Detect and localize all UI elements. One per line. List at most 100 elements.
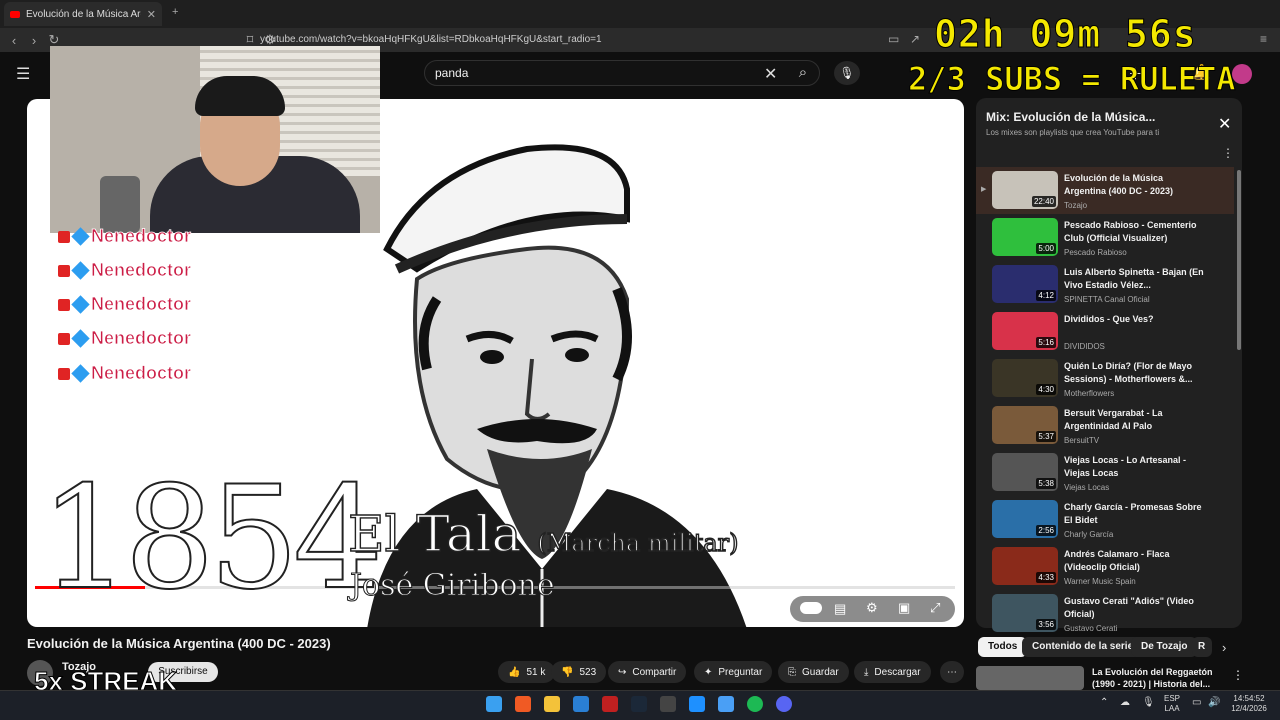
share-button[interactable]: ↪ Compartir: [608, 661, 687, 683]
clock[interactable]: 14:54:52 12/4/2026: [1226, 694, 1272, 714]
playlist-item-title[interactable]: Andrés Calamaro - Flaca (Videoclip Ofici…: [1064, 548, 1204, 574]
playlist-item[interactable]: 4:12 Luis Alberto Spinetta - Bajan (En Vi…: [976, 261, 1234, 308]
chat-username: Nenedoctor: [91, 260, 192, 281]
playlist-item-title[interactable]: Quién Lo Diría? (Flor de Mayo Sessions) …: [1064, 360, 1204, 386]
chat-line: Nenedoctor: [58, 328, 191, 349]
fullscreen-icon[interactable]: ⤢: [930, 600, 940, 616]
recommended-title[interactable]: La Evolución del Reggaetón (1990 - 2021)…: [1092, 666, 1222, 690]
subtitles-icon[interactable]: ▤: [834, 601, 846, 617]
dislike-button[interactable]: 👎 523: [551, 661, 607, 683]
recommended-more-icon[interactable]: ⋮: [1232, 668, 1244, 682]
playlist-item[interactable]: 5:00 Pescado Rabioso - Cementerio Club (O…: [976, 214, 1234, 261]
forward-icon[interactable]: ›: [24, 33, 44, 48]
playlist-item-thumbnail[interactable]: 5:00: [992, 218, 1058, 256]
discord-icon[interactable]: [776, 696, 792, 712]
spotify-icon[interactable]: [747, 696, 763, 712]
song-name: El Tala: [347, 504, 522, 563]
microphone-icon[interactable]: 🎙: [834, 61, 860, 85]
like-button[interactable]: 👍 51 k: [498, 661, 556, 683]
playlist-item-title[interactable]: Viejas Locas - Lo Artesanal - Viejas Loc…: [1064, 454, 1204, 480]
playlist-item-thumbnail[interactable]: 4:33: [992, 547, 1058, 585]
song-title-overlay: El Tala (Marcha militar): [347, 504, 739, 563]
download-button[interactable]: ⤓ Descargar: [854, 661, 931, 683]
playlist-item-title[interactable]: Evolución de la Música Argentina (400 DC…: [1064, 172, 1204, 198]
copilot-icon[interactable]: [689, 696, 705, 712]
clear-search-icon[interactable]: ✕: [764, 64, 777, 84]
playlist-item-title[interactable]: Bersuit Vergarabat - La Argentinidad Al …: [1064, 407, 1204, 433]
browser-menu-icon[interactable]: ≡: [1260, 32, 1267, 46]
chip-series[interactable]: Contenido de la serie: [1022, 637, 1144, 657]
playlist-item[interactable]: 5:38 Viejas Locas - Lo Artesanal - Viejas…: [976, 449, 1234, 496]
playlist-item[interactable]: 4:33 Andrés Calamaro - Flaca (Videoclip O…: [976, 543, 1234, 590]
tray-mic-icon[interactable]: 🎙: [1142, 697, 1155, 708]
playlist-item[interactable]: 4:30 Quién Lo Diría? (Flor de Mayo Sessio…: [976, 355, 1234, 402]
notepad-icon[interactable]: [718, 696, 734, 712]
app-icon[interactable]: [602, 696, 618, 712]
obs-icon[interactable]: [660, 696, 676, 712]
chat-line: Nenedoctor: [58, 294, 191, 315]
start-icon[interactable]: [486, 696, 502, 712]
gem-icon: [71, 295, 90, 314]
playlist-item[interactable]: ▶ 22:40 Evolución de la Música Argentina (…: [976, 167, 1234, 214]
playlist-item-thumbnail[interactable]: 2:56: [992, 500, 1058, 538]
playlist-item-thumbnail[interactable]: 4:12: [992, 265, 1058, 303]
close-playlist-icon[interactable]: ✕: [1218, 114, 1231, 134]
recommended-thumbnail[interactable]: [976, 666, 1084, 690]
playlist-item-title[interactable]: Divididos - Que Ves?: [1064, 313, 1204, 326]
playlist-item-title[interactable]: Charly García - Promesas Sobre El Bidet: [1064, 501, 1204, 527]
chat-username: Nenedoctor: [91, 226, 192, 247]
playlist-item-channel: Motherflowers: [1064, 389, 1115, 398]
hamburger-menu-icon[interactable]: ☰: [16, 64, 30, 84]
back-icon[interactable]: ‹: [4, 33, 24, 48]
chip-next-icon[interactable]: ›: [1222, 640, 1226, 655]
miniplayer-icon[interactable]: ▣: [898, 600, 910, 616]
save-button[interactable]: ⎘ Guardar: [778, 661, 849, 683]
chat-username: Nenedoctor: [91, 294, 192, 315]
search-icon[interactable]: ⌕: [788, 60, 818, 86]
playlist-item-title[interactable]: Pescado Rabioso - Cementerio Club (Offic…: [1064, 219, 1204, 245]
bing-icon[interactable]: [573, 696, 589, 712]
year-overlay: 1854: [39, 456, 384, 621]
language-indicator[interactable]: ESP LAA: [1164, 694, 1180, 714]
playlist-item-channel: Warner Music Spain: [1064, 577, 1136, 586]
playlist-item[interactable]: 3:56 Gustavo Cerati "Adiós" (Video Oficia…: [976, 590, 1234, 637]
steam-icon[interactable]: [631, 696, 647, 712]
browser-tab[interactable]: Evolución de la Música Argentin ✕: [4, 2, 162, 26]
now-playing-icon: ▶: [981, 186, 987, 193]
new-tab-button[interactable]: +: [172, 6, 178, 18]
playlist-item-thumbnail[interactable]: 5:38: [992, 453, 1058, 491]
file-explorer-icon[interactable]: [544, 696, 560, 712]
chip-related[interactable]: R: [1192, 637, 1212, 657]
brave-icon[interactable]: [515, 696, 531, 712]
playlist-item-channel: DIVIDIDOS: [1064, 342, 1105, 351]
playlist-item[interactable]: 5:37 Bersuit Vergarabat - La Argentinidad…: [976, 402, 1234, 449]
playlist-item-title[interactable]: Gustavo Cerati "Adiós" (Video Oficial): [1064, 595, 1204, 621]
monitor-icon[interactable]: ▭: [1192, 697, 1201, 708]
playlist-item-thumbnail[interactable]: 5:16: [992, 312, 1058, 350]
playlist-item-thumbnail[interactable]: 5:37: [992, 406, 1058, 444]
badge-icon: [58, 230, 70, 243]
ask-button[interactable]: ✦ Preguntar: [694, 661, 773, 683]
playlist-item-thumbnail[interactable]: 22:40: [992, 171, 1058, 209]
download-label: Descargar: [874, 666, 921, 678]
search-input[interactable]: panda: [424, 60, 820, 86]
more-actions-button[interactable]: ⋯: [940, 661, 964, 683]
playlist-item[interactable]: 5:16 Divididos - Que Ves? DIVIDIDOS: [976, 308, 1234, 355]
screen-icon[interactable]: ▭: [888, 32, 899, 46]
chip-all[interactable]: Todos: [978, 637, 1028, 657]
autoplay-toggle[interactable]: [800, 602, 822, 614]
tray-cloud-icon[interactable]: ☁: [1120, 697, 1130, 708]
playlist-item-thumbnail[interactable]: 4:30: [992, 359, 1058, 397]
playlist-item[interactable]: 2:56 Charly García - Promesas Sobre El Bi…: [976, 496, 1234, 543]
chip-channel[interactable]: De Tozajo: [1131, 637, 1198, 657]
tray-chevron-icon[interactable]: ⌃: [1100, 697, 1108, 708]
playlist-more-icon[interactable]: ⋮: [1222, 146, 1234, 160]
tab-close-button[interactable]: ✕: [147, 8, 156, 21]
share-page-icon[interactable]: ↗: [910, 32, 920, 46]
playlist-item-title[interactable]: Luis Alberto Spinetta - Bajan (En Vivo E…: [1064, 266, 1204, 292]
playlist-scrollbar[interactable]: [1237, 170, 1241, 350]
volume-icon[interactable]: 🔊: [1208, 697, 1220, 708]
playlist-item-thumbnail[interactable]: 3:56: [992, 594, 1058, 632]
settings-icon[interactable]: ⚙: [866, 600, 878, 616]
chat-line: Nenedoctor: [58, 260, 191, 281]
